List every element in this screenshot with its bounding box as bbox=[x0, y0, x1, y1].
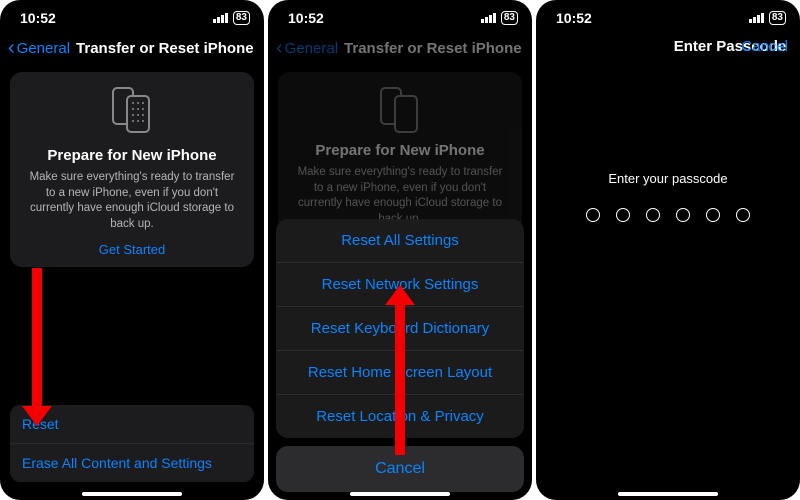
status-bar: 10:52 83 bbox=[536, 0, 800, 36]
card-title: Prepare for New iPhone bbox=[22, 147, 242, 164]
get-started-link[interactable]: Get Started bbox=[22, 242, 242, 257]
home-indicator[interactable] bbox=[350, 492, 450, 496]
reset-action-sheet: Reset All Settings Reset Network Setting… bbox=[276, 219, 524, 492]
status-time: 10:52 bbox=[288, 10, 324, 26]
two-phones-icon bbox=[111, 86, 153, 139]
battery-icon: 83 bbox=[769, 11, 786, 25]
home-indicator[interactable] bbox=[82, 492, 182, 496]
passcode-dot bbox=[736, 208, 750, 222]
passcode-dot bbox=[616, 208, 630, 222]
status-bar: 10:52 83 bbox=[0, 0, 264, 36]
nav-bar: Enter Passcode Cancel bbox=[536, 36, 800, 61]
reset-row[interactable]: Reset bbox=[10, 405, 254, 444]
card-body: Make sure everything's ready to transfer… bbox=[22, 170, 242, 232]
nav-bar: ‹ General Transfer or Reset iPhone bbox=[0, 36, 264, 64]
passcode-dot bbox=[586, 208, 600, 222]
status-time: 10:52 bbox=[20, 10, 56, 26]
prepare-card: Prepare for New iPhone Make sure everyth… bbox=[10, 72, 254, 267]
chevron-left-icon[interactable]: ‹ bbox=[8, 38, 15, 58]
panel-transfer-reset: 10:52 83 ‹ General Transfer or Reset iPh… bbox=[0, 0, 264, 500]
reset-all-settings[interactable]: Reset All Settings bbox=[276, 219, 524, 263]
cancel-button[interactable]: Cancel bbox=[741, 38, 788, 55]
reset-keyboard-dictionary[interactable]: Reset Keyboard Dictionary bbox=[276, 307, 524, 351]
cancel-button[interactable]: Cancel bbox=[276, 446, 524, 492]
passcode-dot bbox=[676, 208, 690, 222]
status-time: 10:52 bbox=[556, 10, 592, 26]
panel-enter-passcode: 10:52 83 Enter Passcode Cancel Enter you… bbox=[536, 0, 800, 500]
reset-home-screen-layout[interactable]: Reset Home Screen Layout bbox=[276, 351, 524, 395]
passcode-dot bbox=[646, 208, 660, 222]
signal-icon bbox=[481, 10, 497, 26]
red-arrow-down-icon bbox=[22, 268, 52, 426]
page-title: Transfer or Reset iPhone bbox=[76, 40, 254, 57]
erase-row[interactable]: Erase All Content and Settings bbox=[10, 444, 254, 482]
passcode-dots bbox=[536, 208, 800, 222]
reset-location-privacy[interactable]: Reset Location & Privacy bbox=[276, 395, 524, 438]
battery-icon: 83 bbox=[233, 11, 250, 25]
passcode-dot bbox=[706, 208, 720, 222]
signal-icon bbox=[749, 10, 765, 26]
battery-icon: 83 bbox=[501, 11, 518, 25]
back-button[interactable]: General bbox=[17, 40, 70, 57]
home-indicator[interactable] bbox=[618, 492, 718, 496]
signal-icon bbox=[213, 10, 229, 26]
status-bar: 10:52 83 bbox=[268, 0, 532, 36]
bottom-options: Reset Erase All Content and Settings bbox=[10, 405, 254, 482]
reset-network-settings[interactable]: Reset Network Settings bbox=[276, 263, 524, 307]
passcode-prompt: Enter your passcode bbox=[536, 171, 800, 186]
panel-reset-sheet: ‹ General Transfer or Reset iPhone Prepa… bbox=[268, 0, 532, 500]
